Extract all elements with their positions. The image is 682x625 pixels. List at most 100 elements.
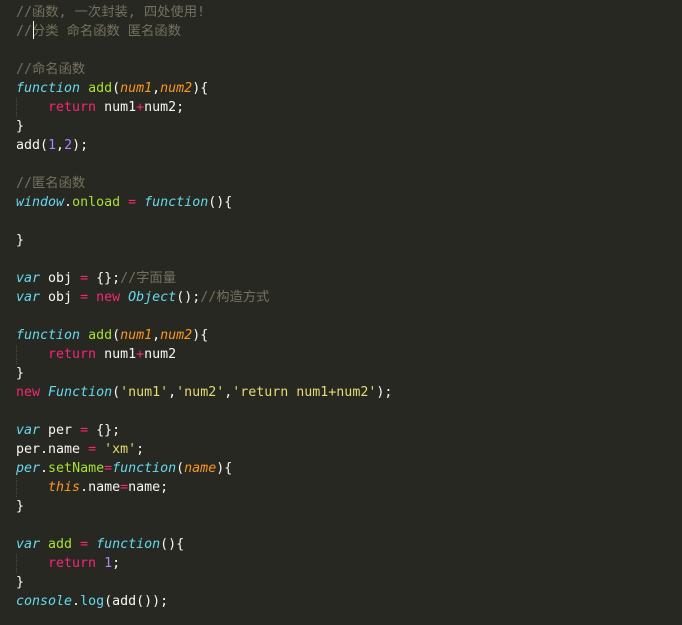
- code-token-num: 2: [64, 138, 73, 153]
- indent-guide: [16, 554, 17, 573]
- code-line[interactable]: [16, 155, 392, 174]
- indent-guide: [16, 98, 17, 117]
- code-line[interactable]: //函数, 一次封装, 四处使用!: [16, 3, 392, 22]
- code-token-plain: obj: [40, 271, 81, 286]
- code-token-op: =: [104, 461, 113, 476]
- code-token-storage: var: [16, 423, 41, 438]
- code-token-plain: }: [16, 233, 25, 248]
- code-token-op: +: [136, 347, 145, 362]
- text-cursor: [33, 21, 34, 39]
- code-token-plain: (add());: [104, 594, 169, 609]
- code-line[interactable]: //分类 命名函数 匿名函数: [16, 22, 392, 41]
- code-text-area[interactable]: //函数, 一次封装, 四处使用! //分类 命名函数 匿名函数 //命名函数 fun…: [16, 3, 392, 611]
- code-token-support: per: [16, 461, 41, 476]
- code-line[interactable]: function add(num1,num2){: [16, 79, 392, 98]
- code-token-plain: num2: [144, 347, 177, 362]
- code-token-str: 'return num1+num2': [232, 385, 377, 400]
- code-token-storage: function: [144, 195, 209, 210]
- code-editor[interactable]: //函数, 一次封装, 四处使用! //分类 命名函数 匿名函数 //命名函数 fun…: [0, 0, 682, 625]
- code-token-plain: (){: [160, 537, 185, 552]
- indent-guide: [16, 345, 17, 364]
- code-token-plain: .name: [80, 480, 121, 495]
- code-token-str: 'num1': [120, 385, 169, 400]
- code-token-plain: );: [72, 138, 89, 153]
- code-token-plain: per.name: [16, 442, 89, 457]
- code-token-plain: ,: [168, 385, 177, 400]
- code-token-param: num2: [160, 81, 193, 96]
- code-token-param: name: [184, 461, 217, 476]
- indent-guide: [16, 478, 17, 497]
- code-line[interactable]: this.name=name;: [16, 478, 392, 497]
- code-line[interactable]: var per = {};: [16, 421, 392, 440]
- code-line[interactable]: //命名函数: [16, 60, 392, 79]
- code-token-plain: num1: [96, 347, 137, 362]
- code-token-comment: //命名函数: [16, 62, 86, 77]
- code-line[interactable]: }: [16, 364, 392, 383]
- code-line[interactable]: per.setName=function(name){: [16, 459, 392, 478]
- code-line[interactable]: }: [16, 117, 392, 136]
- code-line[interactable]: return 1;: [16, 554, 392, 573]
- code-line[interactable]: [16, 250, 392, 269]
- code-token-supportfn: log: [80, 594, 105, 609]
- code-line[interactable]: window.onload = function(){: [16, 193, 392, 212]
- code-line[interactable]: [16, 307, 392, 326]
- code-line[interactable]: per.name = 'xm';: [16, 440, 392, 459]
- code-line[interactable]: }: [16, 497, 392, 516]
- code-token-kw: return: [48, 347, 97, 362]
- code-token-plain: .: [40, 461, 49, 476]
- code-line[interactable]: var add = function(){: [16, 535, 392, 554]
- code-token-op: =: [88, 442, 97, 457]
- code-token-fn: add: [48, 537, 73, 552]
- code-token-param: num1: [120, 328, 153, 343]
- code-line[interactable]: new Function('num1','num2','return num1+…: [16, 383, 392, 402]
- code-token-op: +: [136, 100, 145, 115]
- code-token-plain: ,: [56, 138, 65, 153]
- code-token-plain: {};: [88, 271, 121, 286]
- code-token-plain: ){: [216, 461, 233, 476]
- code-line[interactable]: function add(num1,num2){: [16, 326, 392, 345]
- code-token-param: num2: [160, 328, 193, 343]
- code-token-plain: obj: [40, 290, 81, 305]
- code-token-plain: }: [16, 366, 25, 381]
- code-token-kw: return: [48, 100, 97, 115]
- code-line[interactable]: }: [16, 573, 392, 592]
- code-token-fn: add: [88, 328, 113, 343]
- code-token-plain: (: [112, 81, 121, 96]
- code-line[interactable]: var obj = {};//字面量: [16, 269, 392, 288]
- code-line[interactable]: [16, 516, 392, 535]
- code-line[interactable]: [16, 41, 392, 60]
- code-line[interactable]: add(1,2);: [16, 136, 392, 155]
- code-line[interactable]: [16, 212, 392, 231]
- code-token-support: console: [16, 594, 73, 609]
- code-token-storage: var: [16, 271, 41, 286]
- code-token-plain: ();: [176, 290, 201, 305]
- code-line[interactable]: return num1+num2: [16, 345, 392, 364]
- code-line[interactable]: console.log(add());: [16, 592, 392, 611]
- code-token-str: 'num2': [176, 385, 225, 400]
- code-token-plain: num2;: [144, 100, 185, 115]
- code-line[interactable]: [16, 402, 392, 421]
- code-token-support: Object: [128, 290, 177, 305]
- code-token-storage: var: [16, 537, 41, 552]
- code-token-comment: //字面量: [120, 271, 177, 286]
- code-line[interactable]: return num1+num2;: [16, 98, 392, 117]
- code-token-plain: add(: [16, 138, 49, 153]
- code-token-support: window: [16, 195, 65, 210]
- code-token-op: =: [120, 480, 129, 495]
- code-line[interactable]: var obj = new Object();//构造方式: [16, 288, 392, 307]
- code-line[interactable]: }: [16, 231, 392, 250]
- code-token-comment: //分类 命名函数 匿名函数: [16, 24, 181, 39]
- code-token-op: =: [128, 195, 137, 210]
- code-line[interactable]: //匿名函数: [16, 174, 392, 193]
- code-token-plain: per: [40, 423, 81, 438]
